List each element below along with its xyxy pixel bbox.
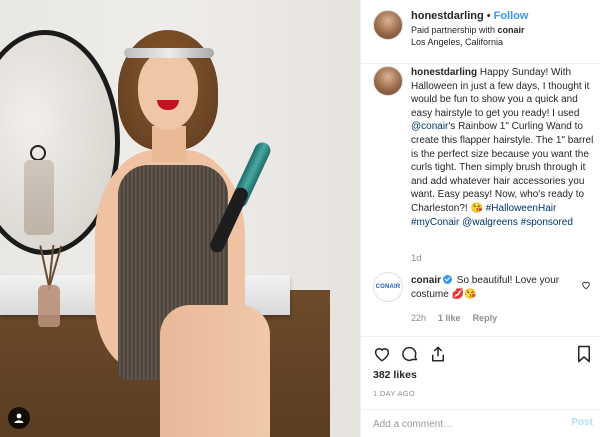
caption-avatar[interactable]: [373, 66, 403, 96]
post-photo[interactable]: [0, 0, 360, 437]
bookmark-icon[interactable]: [575, 345, 593, 363]
user-icon: [14, 413, 24, 423]
partner-link[interactable]: conair: [498, 25, 525, 35]
comment-username[interactable]: conair: [411, 275, 441, 286]
add-comment-bar: Post: [361, 409, 600, 437]
hashtag-halloweenhair[interactable]: #HalloweenHair: [486, 203, 557, 214]
header-subtitle: Paid partnership with conair Los Angeles…: [411, 24, 525, 48]
towel: [24, 160, 54, 235]
comment-like-heart-icon[interactable]: [581, 280, 591, 290]
partnership-label: Paid partnership with: [411, 25, 498, 35]
like-heart-icon[interactable]: [373, 345, 391, 363]
share-icon[interactable]: [429, 345, 447, 363]
follow-button[interactable]: Follow: [494, 10, 529, 22]
caption-username[interactable]: honestdarling: [411, 67, 477, 78]
location-link[interactable]: Los Angeles, California: [411, 36, 525, 48]
author-avatar[interactable]: [373, 10, 403, 40]
post-header: honestdarling • Follow Paid partnership wi…: [361, 0, 600, 64]
hashtag-sponsored[interactable]: #sponsored: [521, 217, 573, 228]
post-side-panel: honestdarling • Follow Paid partnership wi…: [360, 0, 600, 437]
tagged-user-button[interactable]: [8, 407, 30, 429]
comment-bubble-icon[interactable]: [401, 345, 419, 363]
person-face: [138, 52, 198, 130]
posted-time: 1 DAY AGO: [373, 389, 416, 398]
hashtag-myconair[interactable]: #myConair: [411, 217, 459, 228]
header-user-line: honestdarling • Follow: [411, 10, 528, 22]
diffuser-bottle: [38, 285, 60, 327]
comment-time: 22h: [411, 313, 427, 323]
caption-body-2: 's Rainbow 1" Curling Wand to create thi…: [411, 121, 594, 214]
reply-button[interactable]: Reply: [473, 313, 498, 323]
caption-time: 1d: [411, 253, 422, 264]
mention-walgreens[interactable]: @walgreens: [462, 217, 518, 228]
author-username[interactable]: honestdarling: [411, 10, 484, 22]
comment-likes[interactable]: 1 like: [438, 313, 461, 323]
person-legs: [160, 305, 270, 437]
post-button[interactable]: Post: [571, 417, 593, 428]
conair-avatar[interactable]: CONAIR: [373, 272, 403, 302]
action-bar: [361, 336, 600, 366]
comment-meta: 22h 1 like Reply: [411, 313, 509, 323]
mention-conair[interactable]: @conair: [411, 121, 448, 132]
headband: [124, 48, 214, 58]
separator-dot: •: [486, 10, 491, 22]
verified-badge-icon: [443, 275, 453, 284]
comment-input[interactable]: [373, 416, 563, 432]
person-neck: [152, 126, 186, 162]
caption-text: honestdarling Happy Sunday! With Hallowe…: [411, 66, 599, 229]
comment-text: conair So beautiful! Love your costume 💋…: [411, 274, 581, 301]
towel-hook: [30, 145, 46, 161]
likes-count[interactable]: 382 likes: [373, 369, 417, 381]
